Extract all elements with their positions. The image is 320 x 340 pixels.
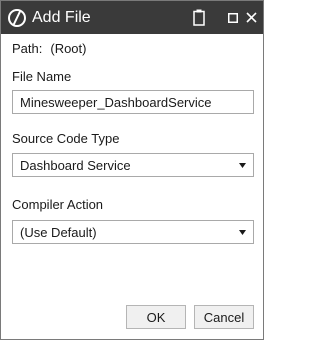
compiler-action-select[interactable]: (Use Default): [12, 220, 254, 244]
path-row: Path: (Root): [12, 41, 86, 57]
source-code-type-label: Source Code Type: [12, 131, 120, 146]
path-value: (Root): [50, 41, 87, 56]
source-code-type-select[interactable]: Dashboard Service: [12, 153, 254, 177]
cancel-button[interactable]: Cancel: [194, 305, 254, 329]
close-icon[interactable]: [246, 12, 257, 23]
title-bar[interactable]: Add File: [1, 1, 263, 34]
chevron-down-icon: [239, 163, 246, 168]
maximize-icon[interactable]: [228, 13, 238, 23]
app-logo-icon: [8, 9, 26, 27]
file-name-label: File Name: [12, 69, 72, 84]
dialog-title: Add File: [32, 9, 91, 26]
add-file-dialog: Add File Path: (Root) File Name Source Co…: [0, 0, 264, 340]
compiler-action-label: Compiler Action: [12, 197, 104, 212]
chevron-down-icon: [239, 230, 246, 235]
compiler-action-value: (Use Default): [20, 225, 97, 240]
clipboard-icon[interactable]: [193, 9, 205, 26]
source-code-type-value: Dashboard Service: [20, 158, 131, 173]
path-label: Path:: [12, 41, 43, 56]
file-name-input[interactable]: [12, 90, 254, 114]
ok-button[interactable]: OK: [126, 305, 186, 329]
